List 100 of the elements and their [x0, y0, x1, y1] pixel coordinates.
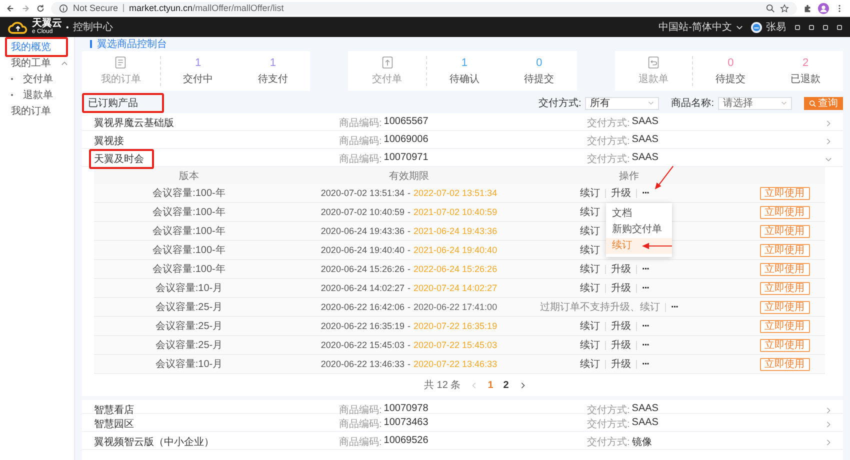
menu-item[interactable]: 新购交付单	[606, 222, 672, 238]
field-label: 商品编码:	[339, 404, 382, 417]
range-separator: -	[408, 321, 410, 331]
action-link[interactable]: 续订	[580, 205, 600, 219]
end-date: 2021-07-02 10:40:59	[414, 207, 498, 217]
table-cell-text: 会议容量:100-年	[152, 186, 226, 200]
table-cell-text: 会议容量:10-月	[154, 282, 224, 295]
total-count: 共 12 条	[424, 378, 461, 392]
product-name[interactable]: 翼视界魔云基础版	[89, 113, 179, 133]
action-link[interactable]: 续订	[580, 243, 600, 257]
chevron-down-icon	[736, 24, 743, 30]
menu-item[interactable]: 文档	[606, 206, 672, 222]
field-label: 商品编码:	[339, 116, 382, 130]
action-link[interactable]: 续订	[580, 281, 600, 295]
end-date: 2021-06-24 19:40:40	[414, 245, 498, 255]
more-button[interactable]: ···	[671, 302, 678, 312]
delivery-select[interactable]: 所有	[585, 96, 660, 110]
action-link[interactable]: 升级	[611, 357, 631, 371]
filter-label: 交付方式:	[538, 96, 582, 110]
end-date: 2021-06-24 19:43:36	[414, 226, 498, 236]
back-icon[interactable]	[6, 4, 15, 12]
cloud-logo-icon	[8, 20, 28, 34]
action-link[interactable]: 续订	[580, 262, 600, 276]
more-button[interactable]: ···	[642, 188, 649, 198]
table-cell-text: 会议容量:25-月	[154, 320, 224, 333]
action-link[interactable]: 升级	[611, 262, 631, 276]
action-link[interactable]: 升级	[611, 281, 631, 295]
action-link[interactable]: 升级	[611, 338, 631, 352]
table-cell-text: 会议容量:100-年	[152, 262, 226, 276]
url-text: market.ctyun.cn/mallOffer/mallOffer/list	[129, 3, 284, 13]
stat-label: 待提交	[524, 72, 554, 86]
product-code: 10069006	[384, 134, 428, 147]
product-code: 10073463	[384, 417, 428, 430]
delivery-method: SAAS	[632, 134, 658, 147]
range-separator: -	[408, 207, 410, 217]
more-button[interactable]: ···	[642, 264, 649, 274]
column-header: 操作	[618, 170, 640, 182]
avatar-icon[interactable]	[751, 22, 762, 32]
delivery-method: SAAS	[632, 152, 658, 165]
start-date: 2020-06-22 16:35:19	[320, 321, 404, 331]
puzzle-icon[interactable]	[803, 4, 812, 12]
end-date: 2020-07-22 16:35:19	[414, 321, 498, 331]
range-separator: -	[408, 302, 410, 312]
square-icon[interactable]	[823, 24, 828, 30]
field-label: 交付方式:	[587, 152, 630, 166]
info-icon	[59, 4, 68, 12]
action-link[interactable]: 续订	[580, 338, 600, 352]
table-cell-text: 会议容量:10-月	[154, 358, 224, 371]
return-icon	[648, 56, 659, 69]
product-name-select[interactable]: 请选择	[718, 96, 792, 110]
caret-up-icon[interactable]	[61, 60, 68, 66]
action-link[interactable]: 续订	[580, 357, 600, 371]
action-link[interactable]: 升级	[611, 319, 631, 333]
range-separator: -	[408, 188, 410, 198]
start-date: 2020-07-02 13:51:34	[320, 188, 404, 198]
stat-label: 待支付	[258, 72, 288, 86]
product-name[interactable]: 翼视频智云版（中小企业）	[89, 432, 219, 452]
profile-avatar-icon[interactable]	[818, 2, 829, 14]
address-bar[interactable]: Not Secure market.ctyun.cn/mallOffer/mallOffer/list	[51, 2, 797, 14]
stat-label: 已退款	[790, 72, 821, 86]
delivery-method: SAAS	[632, 116, 658, 129]
page-number[interactable]: 2	[503, 380, 509, 390]
locale-selector[interactable]: 中国站-简体中文	[658, 20, 732, 34]
product-name[interactable]: 翼视接	[89, 131, 129, 151]
square-icon[interactable]	[809, 24, 814, 30]
range-separator: -	[408, 340, 410, 350]
range-separator: -	[408, 226, 410, 236]
upload-icon	[382, 56, 393, 69]
user-name[interactable]: 张易	[766, 20, 786, 34]
square-icon[interactable]	[837, 24, 842, 30]
zoom-icon[interactable]	[766, 4, 775, 12]
product-code: 10070978	[384, 403, 428, 416]
stat-label: 交付中	[183, 72, 214, 86]
field-label: 商品编码:	[339, 436, 382, 449]
action-link[interactable]: 续订	[580, 224, 600, 238]
filter-label: 商品名称:	[671, 96, 714, 110]
next-page-icon[interactable]	[518, 382, 526, 388]
action-link[interactable]: 续订	[580, 319, 600, 333]
field-label: 交付方式:	[587, 404, 630, 417]
end-date: 2020-07-22 13:46:33	[414, 359, 498, 369]
search-icon	[809, 100, 816, 106]
more-button[interactable]: ···	[642, 358, 649, 370]
more-button[interactable]: ···	[642, 320, 649, 332]
square-icon[interactable]	[795, 24, 800, 30]
field-label: 交付方式:	[587, 436, 630, 449]
breadcrumb-link[interactable]: 翼选商品控制台	[97, 37, 167, 51]
column-header: 有效期限	[388, 170, 430, 182]
action-link[interactable]: 续订	[580, 186, 600, 200]
star-icon[interactable]	[780, 4, 789, 12]
more-button[interactable]: ···	[642, 340, 649, 350]
end-date: 2020-07-24 14:02:27	[414, 283, 498, 293]
start-date: 2020-06-24 19:40:40	[320, 245, 404, 255]
product-name[interactable]: 天翼及时会	[89, 149, 154, 169]
delivery-method: SAAS	[632, 417, 658, 430]
sidebar-item[interactable]: 我的概览	[5, 37, 68, 57]
chevron-down-icon	[648, 100, 654, 106]
reload-icon[interactable]	[36, 4, 45, 12]
field-label: 商品编码:	[339, 134, 382, 148]
action-link[interactable]: 升级	[611, 186, 631, 200]
more-button[interactable]: ···	[642, 282, 649, 294]
